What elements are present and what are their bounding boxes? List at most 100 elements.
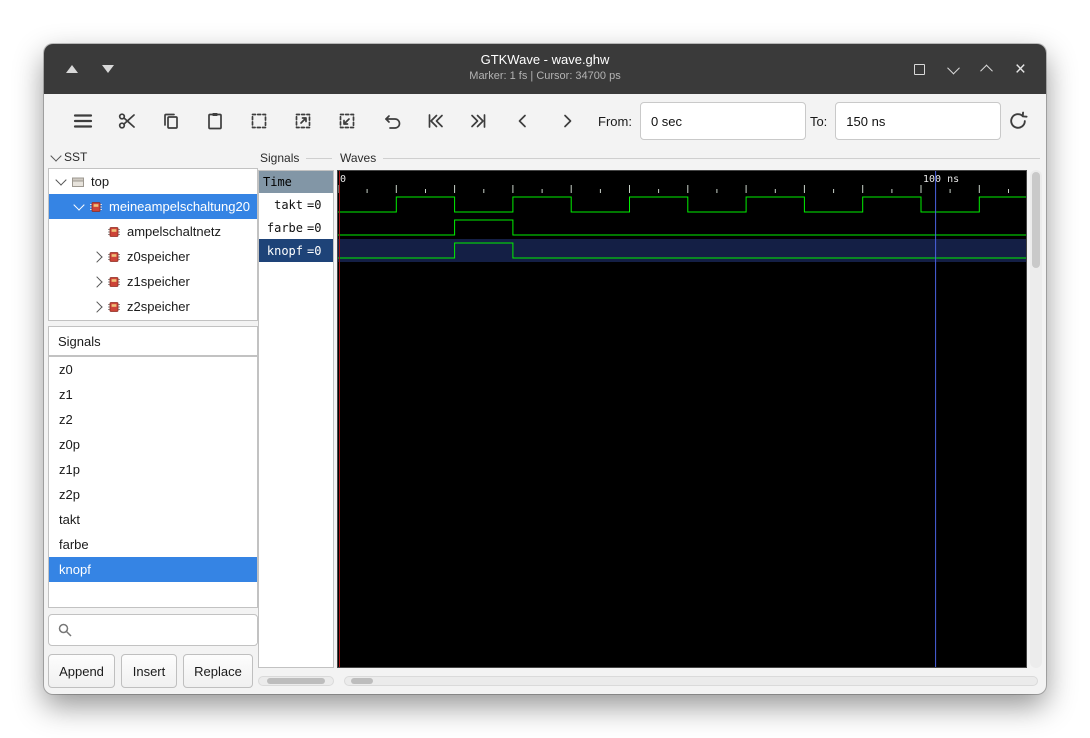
reload-button[interactable]: [1001, 104, 1035, 138]
chip-icon: [107, 250, 121, 264]
value-row-farbe[interactable]: farbe =0: [259, 216, 333, 239]
list-item-knopf[interactable]: knopf: [49, 557, 257, 582]
signals-list-header: Signals: [48, 326, 258, 356]
collapse-icon[interactable]: [50, 149, 62, 162]
cut-button[interactable]: [110, 104, 144, 138]
waves-vertical-scrollbar[interactable]: [1030, 170, 1042, 668]
tree-item-top[interactable]: top: [49, 169, 257, 194]
append-button[interactable]: Append: [48, 654, 115, 688]
step-forward-button[interactable]: [550, 104, 584, 138]
zoom-fit-icon: [251, 113, 267, 129]
values-panel: Time takt =0 farbe =0 knopf =0: [258, 170, 334, 668]
list-item-label: z0: [59, 362, 73, 377]
list-item-label: knopf: [59, 562, 91, 577]
tree-item-z1speicher[interactable]: z1speicher: [49, 269, 257, 294]
signals-list-title: Signals: [58, 333, 101, 349]
values-horizontal-scrollbar[interactable]: [258, 676, 334, 686]
skip-to-start-button[interactable]: [418, 104, 452, 138]
paste-button[interactable]: [198, 104, 232, 138]
to-input[interactable]: [835, 102, 1002, 140]
wave-canvas[interactable]: 0 100 ns: [337, 170, 1027, 668]
gtkwave-window: GTKWave - wave.ghw Marker: 1 fs | Cursor…: [44, 44, 1046, 694]
list-item-z0p[interactable]: z0p: [49, 432, 257, 457]
from-label: From:: [598, 113, 632, 129]
divider: [306, 157, 332, 159]
list-item-label: z1: [59, 387, 73, 402]
zoom-out-button[interactable]: [330, 104, 364, 138]
tree-item-label: z1speicher: [127, 274, 190, 289]
scrollbar-thumb[interactable]: [267, 678, 325, 684]
to-label: To:: [809, 113, 828, 129]
skip-to-end-icon: [471, 114, 486, 128]
tree-item-label: z2speicher: [127, 299, 190, 314]
zoom-out-icon: [339, 113, 355, 129]
svg-text:100 ns: 100 ns: [923, 174, 959, 185]
chip-icon: [107, 300, 121, 314]
copy-button[interactable]: [154, 104, 188, 138]
arrow-down-icon[interactable]: [102, 65, 114, 73]
signal-value: =0: [307, 220, 322, 235]
menu-icon: [73, 114, 93, 128]
box-icon: [71, 175, 85, 189]
undo-button[interactable]: [374, 104, 408, 138]
divider: [383, 157, 1040, 159]
restore-icon[interactable]: [913, 63, 925, 75]
list-item-label: z2: [59, 412, 73, 427]
signal-name: knopf: [266, 243, 303, 258]
marker-cursor-status: Marker: 1 fs | Cursor: 34700 ps: [469, 70, 621, 82]
expander-right-icon[interactable]: [91, 275, 103, 288]
scrollbar-thumb[interactable]: [351, 678, 373, 684]
sst-title: SST: [64, 150, 88, 164]
arrow-up-icon[interactable]: [66, 65, 78, 73]
tree-item-ampelschaltnetz[interactable]: ampelschaltnetz: [49, 219, 257, 244]
replace-button[interactable]: Replace: [183, 654, 253, 688]
tree-item-label: meineampelschaltung20: [109, 199, 250, 214]
from-input[interactable]: [639, 102, 806, 140]
tree-item-label: top: [91, 174, 110, 189]
time-column-header[interactable]: Time: [259, 171, 333, 193]
reload-icon: [1010, 111, 1028, 129]
list-item-z2[interactable]: z2: [49, 407, 257, 432]
zoom-in-button[interactable]: [286, 104, 320, 138]
waves-horizontal-scrollbar[interactable]: [344, 676, 1038, 686]
menu-button[interactable]: [66, 104, 100, 138]
step-back-button[interactable]: [506, 104, 540, 138]
list-item-farbe[interactable]: farbe: [49, 532, 257, 557]
search-icon: [58, 623, 72, 637]
expander-down-icon[interactable]: [73, 199, 85, 211]
list-item-z2p[interactable]: z2p: [49, 482, 257, 507]
signal-name: takt: [274, 197, 303, 212]
signal-value: =0: [307, 197, 322, 212]
signal-value: =0: [307, 243, 322, 258]
expander-right-icon[interactable]: [91, 250, 103, 263]
tree-item-meineampelschaltung20[interactable]: meineampelschaltung20: [49, 194, 257, 219]
list-item-z1p[interactable]: z1p: [49, 457, 257, 482]
zoom-fit-button[interactable]: [242, 104, 276, 138]
expander-down-icon[interactable]: [55, 174, 67, 186]
chip-icon: [89, 200, 103, 214]
list-item-z0[interactable]: z0: [49, 357, 257, 382]
signal-name: farbe: [266, 220, 303, 235]
value-row-knopf[interactable]: knopf =0: [259, 239, 333, 262]
list-item-z1[interactable]: z1: [49, 382, 257, 407]
signal-search: [48, 614, 258, 646]
value-row-takt[interactable]: takt =0: [259, 193, 333, 216]
list-item-label: takt: [59, 512, 80, 527]
tree-item-z0speicher[interactable]: z0speicher: [49, 244, 257, 269]
search-input[interactable]: [79, 617, 257, 643]
scrollbar-thumb[interactable]: [1032, 172, 1040, 268]
insert-button[interactable]: Insert: [121, 654, 177, 688]
main-content: SST top meineampelschaltung20 ampelschal…: [44, 148, 1046, 694]
list-item-takt[interactable]: takt: [49, 507, 257, 532]
skip-to-end-button[interactable]: [462, 104, 496, 138]
tree-item-z2speicher[interactable]: z2speicher: [49, 294, 257, 319]
chevron-down-icon[interactable]: [947, 61, 960, 74]
close-icon[interactable]: ×: [1015, 60, 1026, 79]
expander-right-icon[interactable]: [91, 300, 103, 313]
tree-item-label: z0speicher: [127, 249, 190, 264]
chevron-up-icon[interactable]: [980, 64, 993, 77]
sst-header[interactable]: SST: [50, 149, 88, 164]
sst-tree: top meineampelschaltung20 ampelschaltnet…: [48, 168, 258, 321]
titlebar[interactable]: GTKWave - wave.ghw Marker: 1 fs | Cursor…: [44, 44, 1046, 94]
